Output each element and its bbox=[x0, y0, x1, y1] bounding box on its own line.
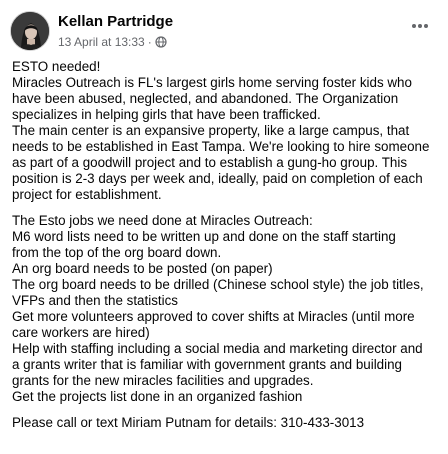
post-line: VFPs and then the statistics bbox=[12, 293, 178, 308]
post-line: care workers are hired) bbox=[12, 325, 150, 340]
avatar[interactable] bbox=[10, 11, 50, 51]
post-line: M6 word lists need to be written up and … bbox=[12, 229, 396, 244]
post-line: Help with staffing including a social me… bbox=[12, 341, 423, 356]
post-line: Get more volunteers approved to cover sh… bbox=[12, 309, 415, 324]
post-line: project for establishment. bbox=[12, 187, 162, 202]
post-line: as part of a goodwill project and to est… bbox=[12, 155, 408, 170]
paragraph-intro: ESTO needed! Miracles Outreach is FL's l… bbox=[12, 59, 442, 203]
paragraph-contact: Please call or text Miriam Putnam for de… bbox=[12, 415, 442, 431]
post-timestamp[interactable]: 13 April at 13:33 bbox=[58, 35, 145, 49]
post-line: The main center is an expansive property… bbox=[12, 123, 410, 138]
post-header: Kellan Partridge 13 April at 13:33 · bbox=[10, 11, 438, 55]
post-line: Please call or text Miriam Putnam for de… bbox=[12, 415, 365, 430]
post-line: a grants writer that is familiar with go… bbox=[12, 357, 403, 372]
globe-icon[interactable] bbox=[155, 36, 167, 48]
meta-separator: · bbox=[147, 35, 152, 49]
paragraph-jobs: The Esto jobs we need done at Miracles O… bbox=[12, 213, 442, 405]
author-name[interactable]: Kellan Partridge bbox=[58, 13, 173, 30]
post-meta: 13 April at 13:33 · bbox=[58, 35, 167, 49]
post-line: specializes in helping girls that have b… bbox=[12, 107, 321, 122]
post-line: Miracles Outreach is FL's largest girls … bbox=[12, 75, 412, 90]
post-line: grants for the new miracles facilities a… bbox=[12, 373, 314, 388]
post-line: The org board needs to be drilled (Chine… bbox=[12, 277, 424, 292]
post-line: An org board needs to be posted (on pape… bbox=[12, 261, 273, 276]
post-body: ESTO needed! Miracles Outreach is FL's l… bbox=[12, 59, 442, 431]
post-line: have been abused, neglected, and abandon… bbox=[12, 91, 399, 106]
post-line: position is 2-3 days per week and, ideal… bbox=[12, 171, 423, 186]
post-line: ESTO needed! bbox=[12, 59, 101, 74]
post-line: needs to be established in East Tampa. W… bbox=[12, 139, 430, 154]
post-line: The Esto jobs we need done at Miracles O… bbox=[12, 213, 313, 228]
more-options-icon[interactable] bbox=[406, 15, 434, 37]
post-card: Kellan Partridge 13 April at 13:33 · EST… bbox=[0, 0, 448, 454]
post-line: Get the projects list done in an organiz… bbox=[12, 389, 303, 404]
post-line: from the top of the org board down. bbox=[12, 245, 222, 260]
